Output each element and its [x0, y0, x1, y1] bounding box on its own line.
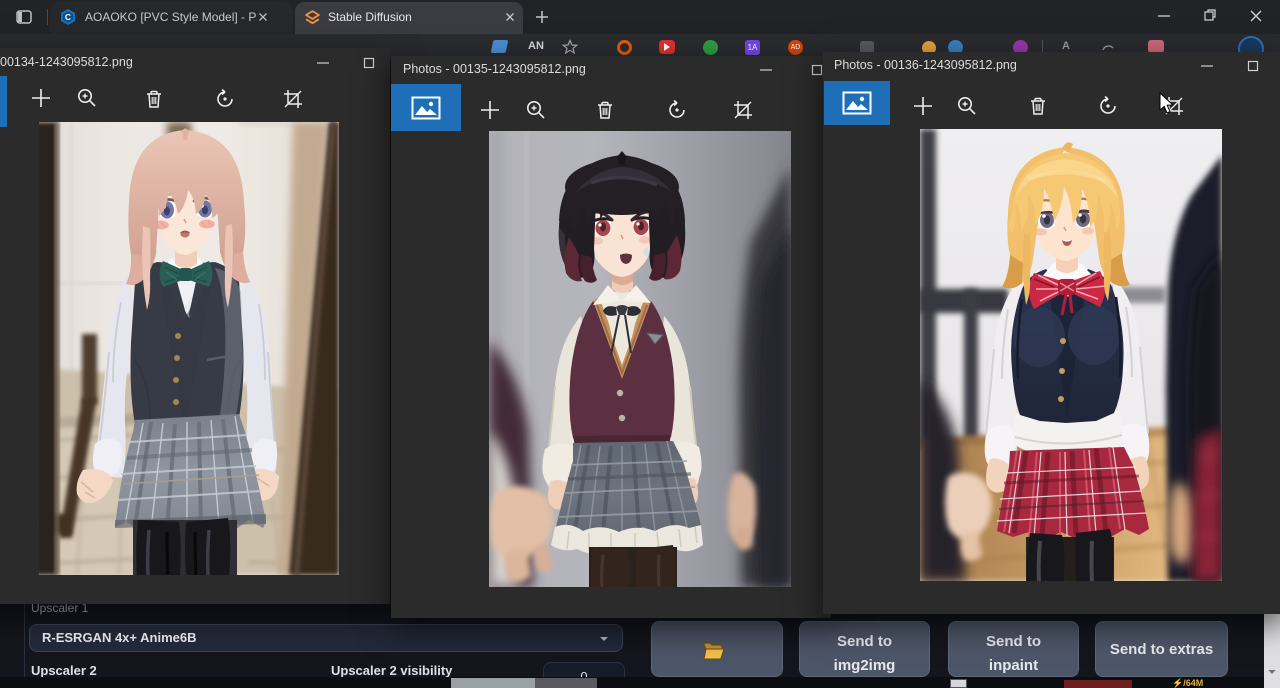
svg-text:C: C — [65, 12, 71, 22]
